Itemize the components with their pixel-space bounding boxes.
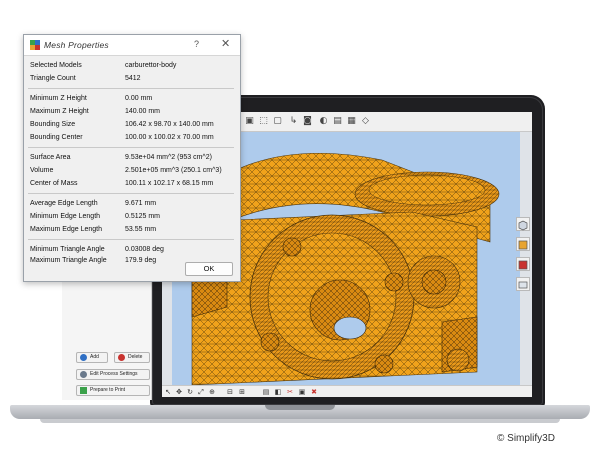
object-icon[interactable] bbox=[516, 217, 530, 231]
camera-icon[interactable]: ◙ bbox=[302, 116, 313, 127]
divider bbox=[28, 239, 234, 240]
settings-icon[interactable] bbox=[516, 277, 530, 291]
property-row: Volume 2.501e+05 mm^3 (250.1 cm^3) bbox=[30, 167, 222, 174]
view-icon[interactable]: ▣ bbox=[298, 388, 306, 396]
wireframe-icon[interactable]: ◇ bbox=[360, 116, 371, 127]
cut-icon[interactable]: ✂ bbox=[286, 388, 294, 396]
grid-icon[interactable]: ▦ bbox=[346, 116, 357, 127]
laptop-shadow bbox=[40, 419, 560, 423]
close-icon[interactable]: ✕ bbox=[221, 37, 230, 50]
delete-icon bbox=[118, 354, 125, 361]
edit-process-settings-button[interactable]: Edit Process Settings bbox=[76, 369, 150, 380]
property-row: Minimum Triangle Angle 0.03008 deg bbox=[30, 246, 164, 253]
shading-icon[interactable]: ◐ bbox=[318, 116, 329, 127]
layer-view-icon[interactable] bbox=[516, 237, 530, 251]
dialog-body: Selected Models carburettor-body Triangle… bbox=[24, 55, 240, 281]
laptop-notch bbox=[265, 405, 335, 410]
mirror-icon[interactable]: ◧ bbox=[274, 388, 282, 396]
property-row: Bounding Size 106.42 x 98.70 x 140.00 mm bbox=[30, 121, 214, 128]
ok-button[interactable]: OK bbox=[185, 262, 233, 276]
open-icon[interactable]: ▣ bbox=[244, 116, 255, 127]
copyright-notice: © Simplify3D bbox=[497, 433, 555, 444]
mesh-properties-dialog: Mesh Properties ? ✕ Selected Models carbu… bbox=[23, 34, 241, 282]
cube-view-icon[interactable]: ⬚ bbox=[258, 116, 269, 127]
property-row: Maximum Edge Length 53.55 mm bbox=[30, 226, 157, 233]
divider bbox=[28, 193, 234, 194]
property-row: Average Edge Length 9.671 mm bbox=[30, 200, 157, 207]
property-row: Surface Area 9.53e+04 mm^2 (953 cm^2) bbox=[30, 154, 212, 161]
cross-section-icon[interactable]: ▤ bbox=[332, 116, 343, 127]
front-view-icon[interactable]: ▢ bbox=[272, 116, 283, 127]
support-icon[interactable]: ⊞ bbox=[238, 388, 246, 396]
property-row: Bounding Center 100.00 x 100.02 x 70.00 m… bbox=[30, 134, 214, 141]
property-row: Center of Mass 100.11 x 102.17 x 68.15 mm bbox=[30, 180, 214, 187]
align-icon[interactable]: ⊟ bbox=[226, 388, 234, 396]
delete-button[interactable]: Delete bbox=[114, 352, 150, 363]
property-row: Maximum Z Height 140.00 mm bbox=[30, 108, 161, 115]
help-button[interactable]: ? bbox=[194, 39, 199, 49]
remove-icon[interactable]: ✖ bbox=[310, 388, 318, 396]
print-icon[interactable] bbox=[516, 257, 530, 271]
check-icon bbox=[80, 387, 87, 394]
property-row: Selected Models carburettor-body bbox=[30, 62, 177, 69]
scale-icon[interactable]: ⤢ bbox=[197, 388, 205, 396]
app-logo-icon bbox=[30, 40, 40, 50]
property-row: Minimum Z Height 0.00 mm bbox=[30, 95, 153, 102]
rotate-icon[interactable]: ↻ bbox=[186, 388, 194, 396]
property-row: Triangle Count 5412 bbox=[30, 75, 141, 82]
divider bbox=[28, 147, 234, 148]
property-row: Minimum Edge Length 0.5125 mm bbox=[30, 213, 161, 220]
zoom-icon[interactable]: ⊕ bbox=[208, 388, 216, 396]
dialog-titlebar[interactable]: Mesh Properties ? ✕ bbox=[24, 35, 240, 55]
marketing-image: ▣ ⬚ ▢ ↳ ◙ ◐ ▤ ▦ ◇ ↖ ✥ ↻ ⤢ ⊕ ⊟ ⊞ ▤ ◧ ✂ ▣ … bbox=[0, 0, 600, 450]
side-toolbar bbox=[516, 217, 530, 297]
prepare-to-print-button[interactable]: Prepare to Print bbox=[76, 385, 150, 396]
bottom-toolbar: ↖ ✥ ↻ ⤢ ⊕ ⊟ ⊞ ▤ ◧ ✂ ▣ ✖ bbox=[162, 385, 532, 397]
property-row: Maximum Triangle Angle 179.9 deg bbox=[30, 257, 157, 264]
move-icon[interactable]: ✥ bbox=[175, 388, 183, 396]
divider bbox=[28, 88, 234, 89]
add-button[interactable]: Add bbox=[76, 352, 108, 363]
layer-icon[interactable]: ▤ bbox=[262, 388, 270, 396]
axis-icon[interactable]: ↳ bbox=[288, 116, 299, 127]
dialog-title: Mesh Properties bbox=[44, 40, 109, 50]
select-icon[interactable]: ↖ bbox=[164, 388, 172, 396]
add-icon bbox=[80, 354, 87, 361]
process-icon bbox=[80, 371, 87, 378]
